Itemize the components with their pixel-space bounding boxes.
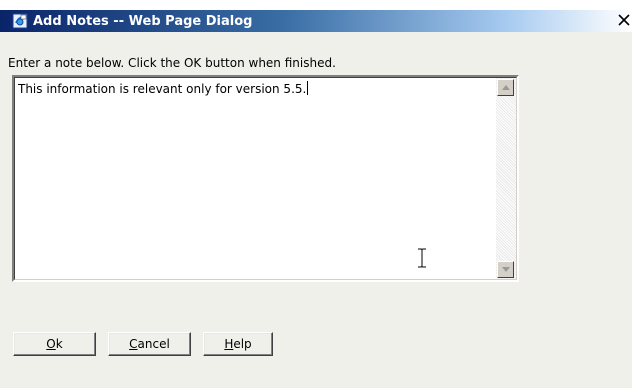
down-arrow-icon	[502, 267, 510, 272]
cancel-button[interactable]: Cancel	[108, 332, 191, 356]
up-arrow-icon	[502, 85, 510, 90]
text-caret	[307, 81, 309, 95]
ok-button[interactable]: Ok	[13, 332, 96, 356]
note-text-value[interactable]: This information is relevant only for ve…	[18, 81, 488, 96]
note-textarea[interactable]: This information is relevant only for ve…	[12, 75, 519, 282]
title-bar[interactable]: Add Notes -- Web Page Dialog	[0, 0, 632, 32]
note-value: This information is relevant only for ve…	[18, 82, 307, 96]
cancel-label-rest: ancel	[137, 337, 170, 351]
window-title: Add Notes -- Web Page Dialog	[33, 14, 253, 29]
ok-label-rest: k	[55, 337, 63, 351]
vertical-scrollbar[interactable]	[496, 78, 516, 279]
dialog-content: Enter a note below. Click the OK button …	[0, 32, 632, 388]
dialog-window: Add Notes -- Web Page Dialog Enter a not…	[0, 0, 632, 388]
scroll-up-button[interactable]	[497, 79, 514, 96]
ibeam-cursor-icon	[417, 248, 427, 268]
ie-page-icon	[12, 13, 28, 29]
ok-mnemonic: O	[46, 337, 56, 351]
help-button[interactable]: Help	[203, 332, 273, 356]
help-mnemonic: H	[224, 337, 234, 351]
cancel-mnemonic: C	[129, 337, 138, 351]
scroll-down-button[interactable]	[497, 261, 514, 278]
close-icon[interactable]	[616, 12, 632, 30]
instruction-text: Enter a note below. Click the OK button …	[8, 56, 336, 70]
help-label-rest: elp	[233, 337, 252, 351]
textarea-inner-border: This information is relevant only for ve…	[14, 77, 517, 280]
